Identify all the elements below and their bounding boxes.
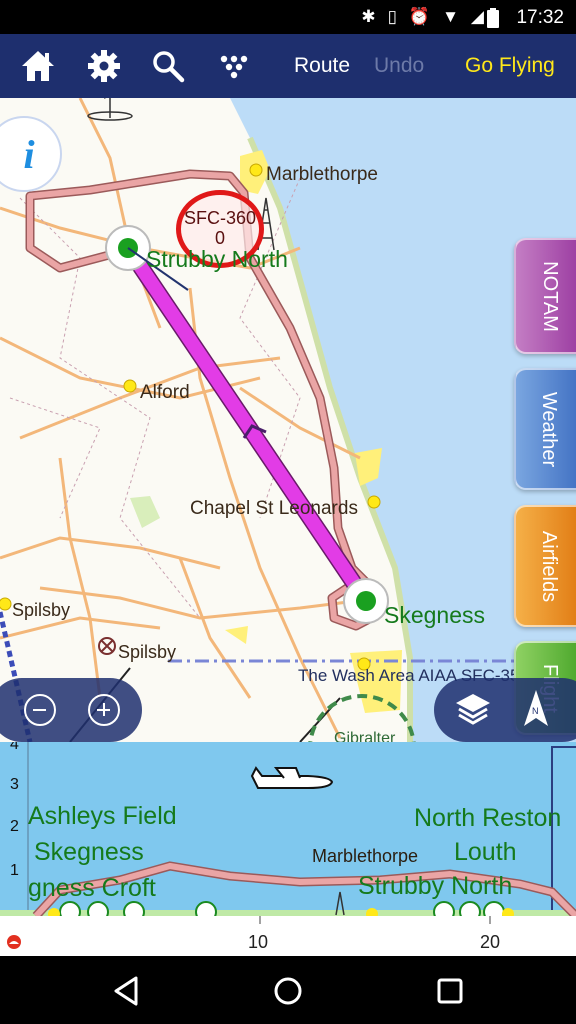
search-button[interactable] [148, 46, 188, 86]
y-tick-2: 2 [10, 818, 19, 835]
info-icon: i [23, 131, 35, 177]
home-nav-button[interactable] [271, 974, 305, 1008]
spilsby-airfield-icon [98, 637, 116, 655]
tab-weather[interactable]: Weather [514, 368, 576, 490]
vibrate-icon: ▯ [387, 7, 397, 26]
gear-icon [88, 50, 120, 82]
airspace-label: SFC-360 0 [180, 208, 260, 248]
label-alford: Alford [140, 382, 190, 403]
search-icon [153, 51, 185, 83]
recents-button[interactable] [433, 974, 467, 1008]
zoom-in-button[interactable] [88, 694, 120, 726]
label-strubby-north[interactable]: Strubby North [146, 246, 288, 273]
profile-label-louth: Louth [454, 838, 517, 866]
back-button[interactable] [110, 974, 144, 1008]
label-skegness[interactable]: Skegness [384, 602, 485, 629]
profile-label-marblethorpe: Marblethorpe [312, 846, 419, 866]
tab-notam-label: NOTAM [538, 260, 561, 332]
home-icon [22, 51, 54, 81]
top-toolbar: Route Undo Go Flying [0, 34, 576, 98]
y-tick-1: 1 [10, 862, 19, 879]
bluetooth-icon: ✱ [361, 7, 376, 26]
wifi-icon: ▼ [442, 7, 459, 26]
status-clock: 17:32 [516, 7, 564, 28]
svg-text:N: N [532, 706, 539, 716]
wood-area [130, 496, 160, 528]
map-controls: N [434, 678, 576, 742]
label-marblethorpe: Marblethorpe [266, 164, 378, 185]
x-tick-20: 20 [480, 932, 501, 952]
x-tick-10: 10 [248, 932, 269, 952]
label-gibralter: Gibralter [334, 730, 396, 742]
map-view[interactable]: i SFC-360 0 Marblethorpe Strubby North A… [0, 98, 576, 742]
zoom-out-button[interactable] [24, 694, 56, 726]
go-flying-button[interactable]: Go Flying [465, 54, 555, 78]
tab-airfields-label: Airfields [538, 530, 561, 602]
settings-button[interactable] [84, 46, 124, 86]
profile-label-skegness: Skegness [34, 838, 144, 866]
home-button[interactable] [18, 46, 58, 86]
town-area [225, 626, 248, 644]
undo-button[interactable]: Undo [374, 54, 424, 78]
android-nav-bar [0, 956, 576, 1024]
profile-label-skegness-croft: gness Croft [28, 874, 156, 902]
airspace-value-text: 0 [214, 228, 225, 248]
x-axis-ticks [259, 916, 491, 924]
map-canvas [0, 98, 576, 742]
waypoints-icon [220, 55, 248, 79]
profile-label-north-reston: North Reston [414, 804, 562, 832]
status-icons: ✱ ▯ ⏰ ▼ ◢ [361, 7, 484, 27]
signal-icon: ◢ [470, 7, 484, 26]
wind-turbine-icon [87, 98, 133, 121]
label-chapel-st-leonards: Chapel St Leonards [190, 498, 358, 519]
route-button[interactable]: Route [294, 54, 350, 78]
airfield-marker-icon [356, 591, 376, 611]
tab-notam[interactable]: NOTAM [514, 238, 576, 354]
airspace-label-text: SFC-360 [183, 208, 257, 228]
label-spilsby-airfield[interactable]: Spilsby [118, 642, 176, 663]
aircraft-icon [250, 766, 334, 789]
north-arrow-icon[interactable]: N [522, 688, 550, 730]
alarm-icon: ⏰ [408, 7, 431, 26]
y-tick-3: 3 [10, 776, 19, 793]
profile-label-ashleys-field: Ashleys Field [28, 802, 177, 830]
profile-x-axis: 10 20 [0, 916, 576, 956]
waypoints-button[interactable] [214, 46, 254, 86]
zoom-controls [0, 678, 142, 742]
label-spilsby-town: Spilsby [12, 600, 71, 620]
status-bar: ✱ ▯ ⏰ ▼ ◢ 17:32 [0, 0, 576, 34]
profile-label-strubby-north: Strubby North [358, 872, 513, 900]
battery-icon [487, 8, 499, 28]
y-tick-4: 4 [10, 742, 19, 753]
tab-airfields[interactable]: Airfields [514, 505, 576, 627]
location-pin-icon [7, 935, 21, 949]
tab-weather-label: Weather [538, 391, 561, 467]
layers-icon[interactable] [454, 692, 492, 728]
elevation-profile[interactable]: 4 3 2 1 Ashleys Field Skegness gness Cro… [0, 742, 576, 916]
